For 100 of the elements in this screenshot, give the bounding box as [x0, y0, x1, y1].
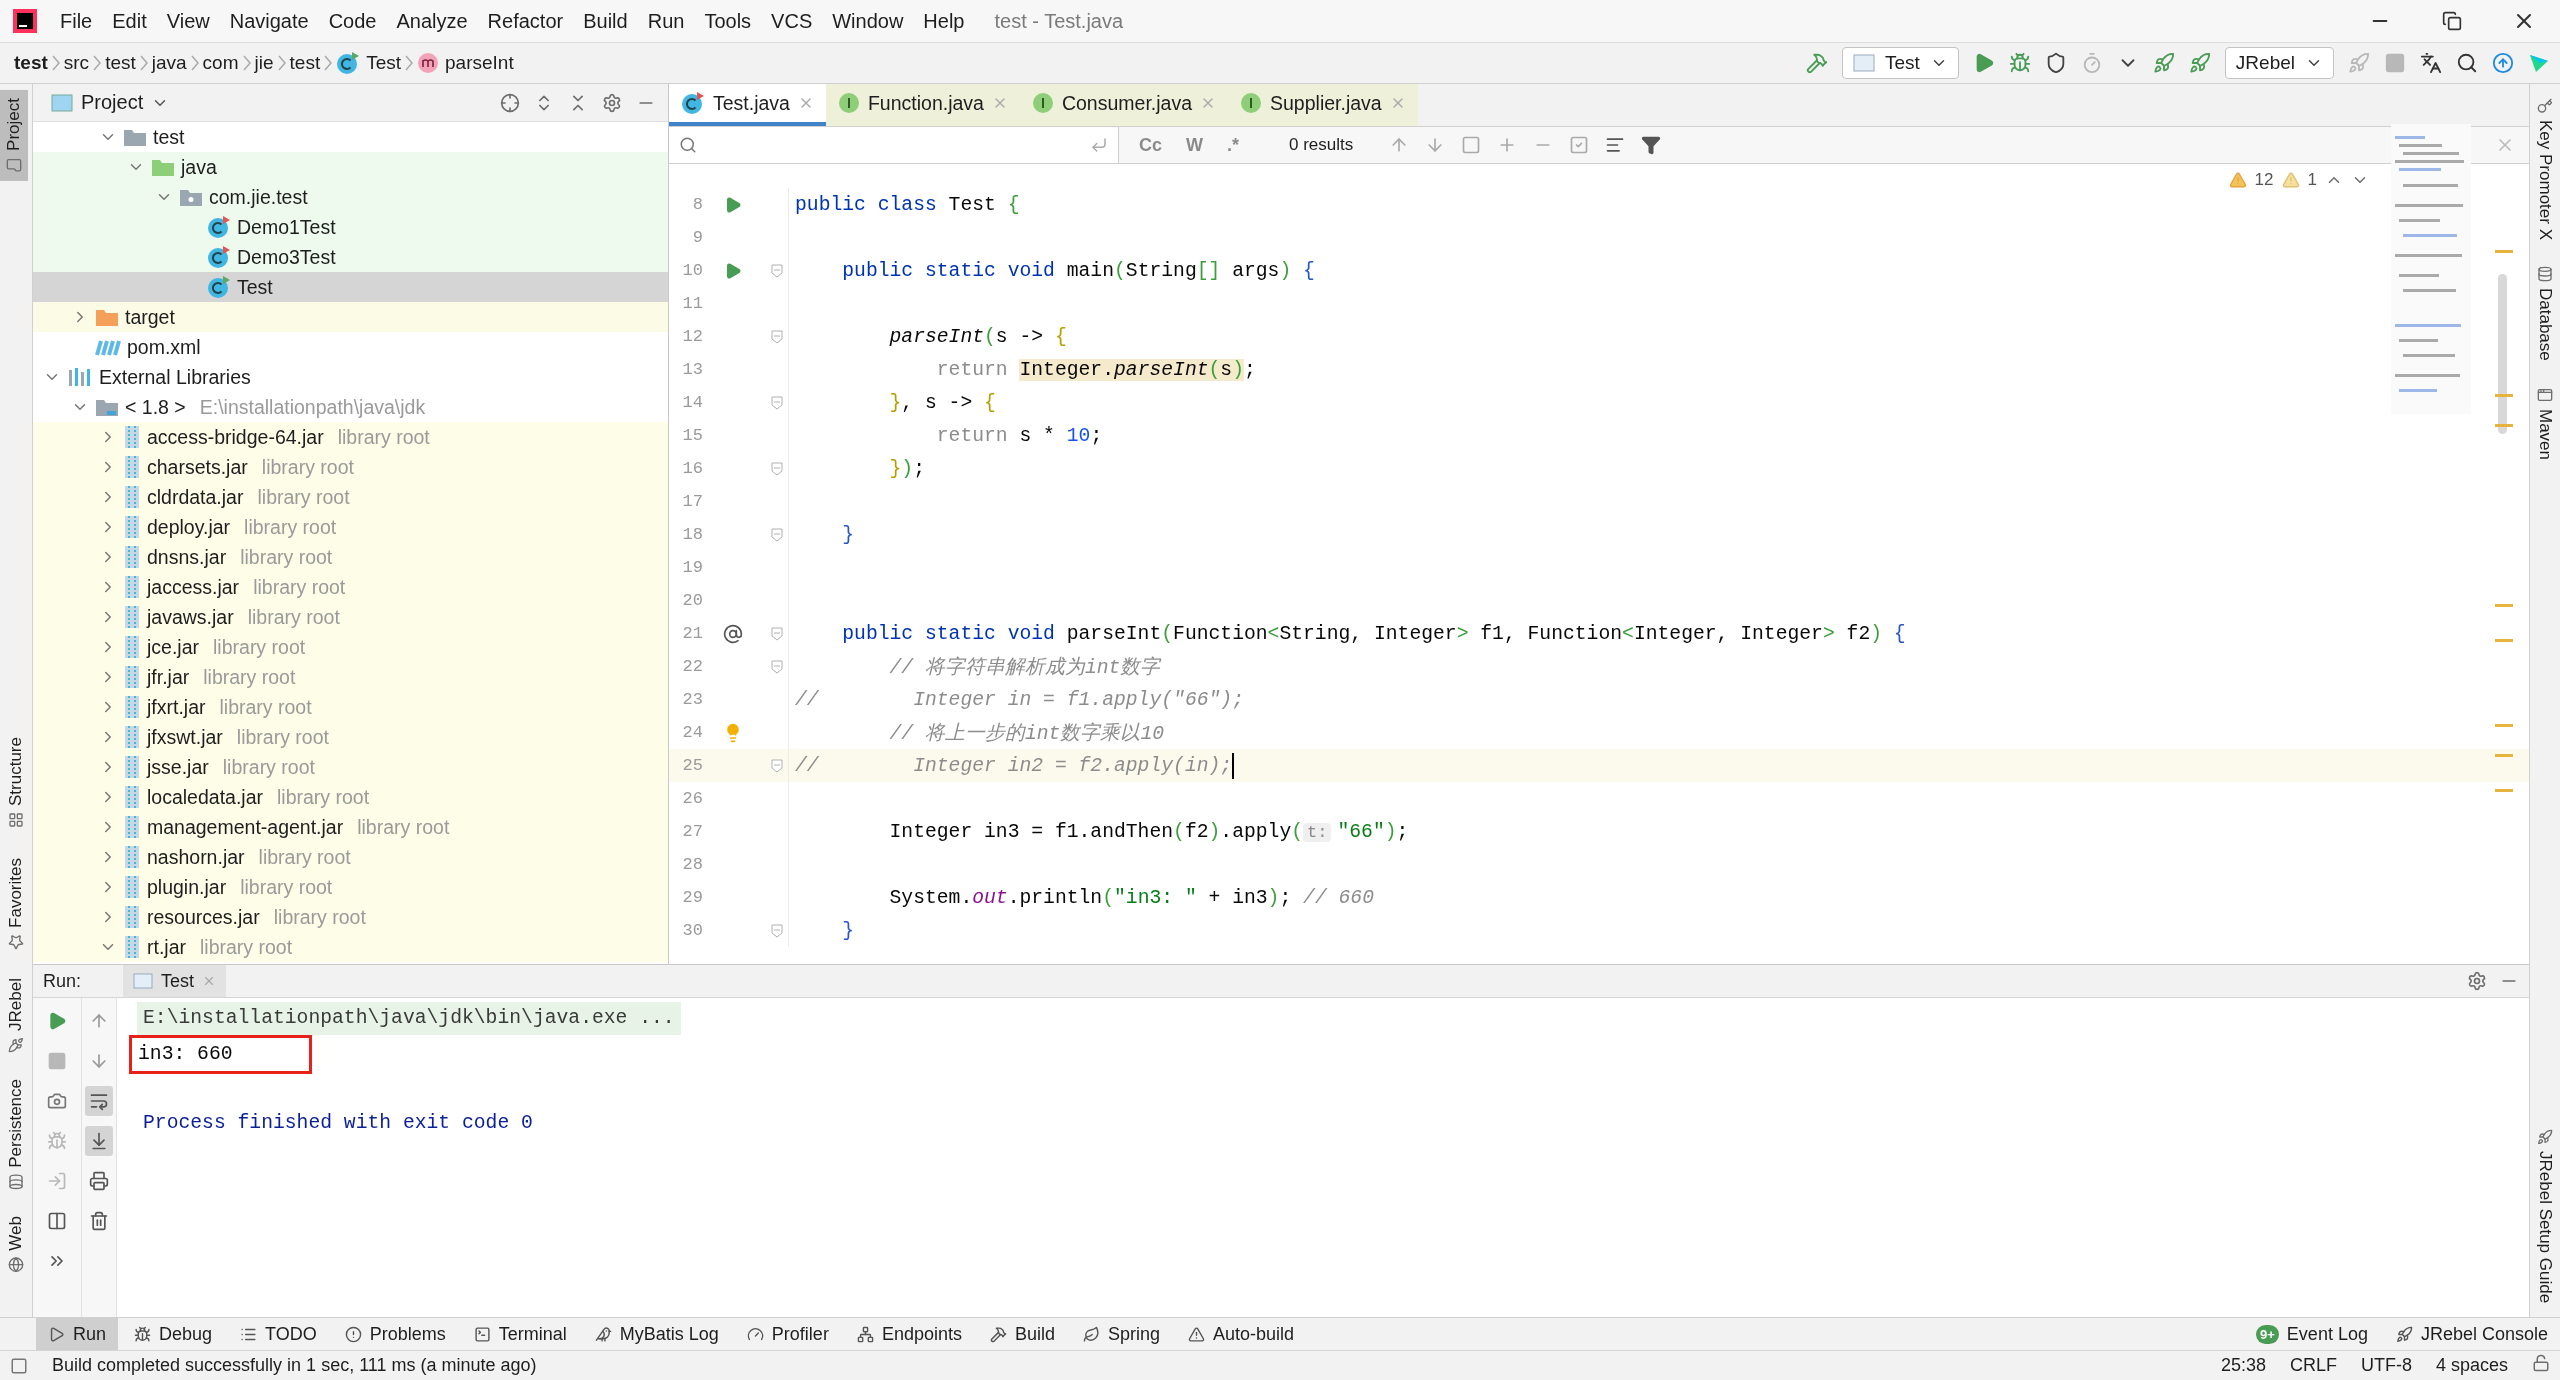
line-number: 12 — [681, 327, 703, 347]
tree-item[interactable]: Demo1Test — [33, 212, 668, 243]
menu-item[interactable]: Edit — [102, 3, 157, 39]
tool-window-button[interactable]: Run — [36, 1318, 119, 1351]
breadcrumb[interactable]: src — [59, 52, 94, 75]
line-number: 30 — [681, 921, 703, 941]
status-item[interactable]: UTF-8 — [2360, 1355, 2412, 1377]
tree-item[interactable]: javaws.jar library root — [33, 602, 668, 633]
menu-item[interactable]: Code — [318, 3, 387, 39]
tool-window-button[interactable]: 9+ Event Log — [2244, 1318, 2380, 1351]
editor-tab[interactable]: Test.java — [669, 84, 826, 127]
tree-item[interactable]: jfxrt.jar library root — [33, 692, 668, 723]
jrebel-dropdown[interactable]: JRebel — [2224, 47, 2334, 80]
tree-item[interactable]: java — [33, 152, 668, 183]
editor-tab[interactable]: Supplier.java — [1228, 84, 1418, 127]
code-line: }); — [888, 457, 925, 480]
menu-item[interactable]: View — [156, 3, 220, 39]
line-number: 23 — [681, 690, 703, 710]
breadcrumb[interactable]: test — [101, 52, 140, 75]
tool-window-tab[interactable]: Database — [2530, 258, 2560, 370]
tool-window-button[interactable]: Endpoints — [844, 1318, 974, 1351]
line-number: 18 — [681, 525, 703, 545]
console-line: Process finished with exit code 0 — [142, 1111, 534, 1137]
menu-item[interactable]: Tools — [694, 3, 762, 39]
tool-window-tab[interactable]: Favorites — [0, 850, 32, 959]
tool-window-tab[interactable]: JRebel Setup Guide — [2530, 1121, 2560, 1312]
tool-window-button[interactable]: Auto-build — [1176, 1318, 1307, 1351]
tool-window-button[interactable]: TODO — [228, 1318, 329, 1351]
tree-item[interactable]: target — [33, 302, 668, 333]
code-line: public static void parseInt(Function<String, Integer> f1, Function<Integer, Integer> f2) { — [841, 622, 1906, 645]
tool-window-tab[interactable]: Web — [0, 1208, 32, 1281]
code-line: }, s -> { — [888, 391, 996, 414]
menu-item[interactable]: File — [50, 3, 103, 39]
menu-item[interactable]: Refactor — [477, 3, 574, 39]
breadcrumb[interactable]: com — [198, 52, 243, 75]
line-number: 22 — [681, 657, 703, 677]
tree-item[interactable]: jfr.jar library root — [33, 662, 668, 693]
tree-item[interactable]: nashorn.jar library root — [33, 842, 668, 873]
status-item[interactable]: 25:38 — [2220, 1355, 2266, 1377]
tool-window-tab[interactable]: Maven — [2530, 379, 2560, 469]
tool-window-button[interactable]: Profiler — [734, 1318, 841, 1351]
line-number: 25 — [681, 756, 703, 776]
line-number: 19 — [681, 558, 703, 578]
tree-item[interactable]: jfxswt.jar library root — [33, 722, 668, 753]
tree-item[interactable]: deploy.jar library root — [33, 512, 668, 543]
breadcrumb[interactable]: test — [10, 52, 52, 75]
menu-item[interactable]: Analyze — [386, 3, 478, 39]
breadcrumb[interactable]: Test — [332, 51, 405, 76]
status-item[interactable]: 4 spaces — [2435, 1355, 2508, 1377]
editor-tab[interactable]: Function.java — [825, 84, 1020, 127]
editor-tab[interactable]: Consumer.java — [1019, 84, 1228, 127]
tree-item[interactable]: resources.jar library root — [33, 902, 668, 933]
tree-item[interactable]: Demo3Test — [33, 242, 668, 273]
line-number: 20 — [681, 591, 703, 611]
menu-item[interactable]: Build — [573, 3, 638, 39]
tree-item[interactable]: localedata.jar library root — [33, 782, 668, 813]
run-tab[interactable]: Test — [123, 965, 227, 998]
tree-item[interactable]: access-bridge-64.jar library root — [33, 422, 668, 453]
tool-window-button[interactable]: MyBatis Log — [582, 1318, 731, 1351]
menu-item[interactable]: Window — [822, 3, 914, 39]
breadcrumb[interactable]: test — [285, 52, 325, 75]
tool-window-tab[interactable]: Key Promoter X — [2530, 90, 2560, 249]
run-configuration-dropdown[interactable]: Test — [1842, 47, 1959, 80]
tool-window-button[interactable]: Problems — [332, 1318, 458, 1351]
tool-window-button[interactable]: Terminal — [461, 1318, 579, 1351]
console-line: in3: 660 — [137, 1042, 234, 1068]
code-line: // 将上一步的int数字乘以10 — [888, 721, 1165, 747]
tree-item[interactable]: management-agent.jar library root — [33, 812, 668, 843]
status-item[interactable]: CRLF — [2289, 1355, 2337, 1377]
tree-item[interactable]: plugin.jar library root — [33, 872, 668, 903]
tree-item[interactable]: rt.jar library root — [33, 932, 668, 963]
breadcrumb[interactable]: jie — [250, 52, 278, 75]
tool-window-tab[interactable]: Structure — [0, 729, 32, 837]
code-line: public class Test { — [794, 193, 1020, 216]
tool-window-button[interactable]: JRebel Console — [2383, 1318, 2560, 1351]
tree-item[interactable]: jce.jar library root — [33, 632, 668, 663]
tool-window-button[interactable]: Build — [977, 1318, 1067, 1351]
tool-window-tab[interactable]: JRebel — [0, 970, 32, 1062]
tool-window-button[interactable]: Debug — [122, 1318, 225, 1351]
tool-window-tab[interactable]: Project — [0, 90, 28, 182]
line-number: 15 — [681, 426, 703, 446]
project-view-dropdown[interactable]: Project — [45, 90, 176, 116]
menu-item[interactable]: Navigate — [219, 3, 319, 39]
tool-window-button[interactable]: Spring — [1070, 1318, 1172, 1351]
tree-item[interactable]: com.jie.test — [33, 182, 668, 213]
code-line: return s * 10; — [935, 424, 1103, 447]
line-number: 17 — [681, 492, 703, 512]
breadcrumb[interactable]: java — [147, 52, 191, 75]
tree-item[interactable]: dnsns.jar library root — [33, 542, 668, 573]
code-line: // 将字符串解析成为int数字 — [888, 655, 1161, 681]
menu-item[interactable]: Help — [913, 3, 975, 39]
tree-item[interactable]: Test — [33, 272, 668, 303]
tree-item[interactable]: jsse.jar library root — [33, 752, 668, 783]
tree-item[interactable]: charsets.jar library root — [33, 452, 668, 483]
breadcrumb[interactable]: parseInt — [413, 52, 518, 75]
tree-item[interactable]: jaccess.jar library root — [33, 572, 668, 603]
tree-item[interactable]: cldrdata.jar library root — [33, 482, 668, 513]
menu-item[interactable]: VCS — [761, 3, 823, 39]
menu-item[interactable]: Run — [637, 3, 695, 39]
tool-window-tab[interactable]: Persistence — [0, 1071, 32, 1198]
